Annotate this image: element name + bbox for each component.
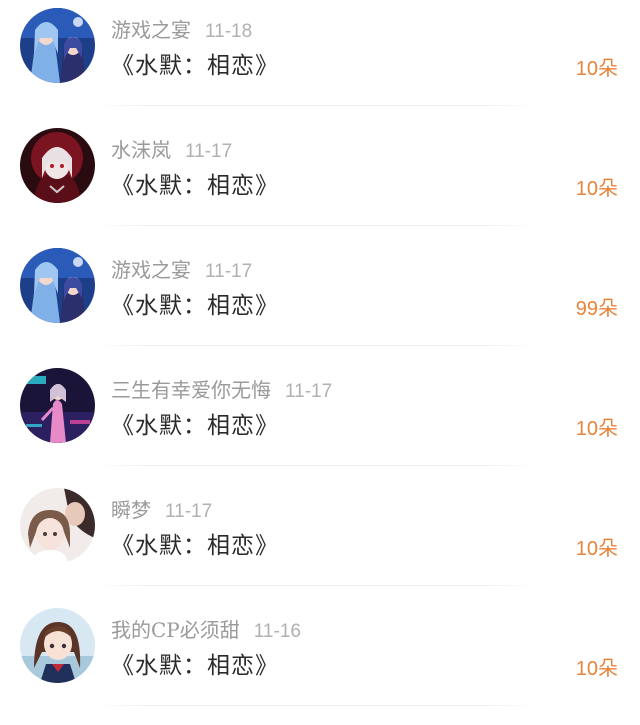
send-date: 11-16 <box>253 621 301 642</box>
username[interactable]: 我的CP必须甜 <box>111 618 240 642</box>
divider <box>92 105 540 106</box>
gift-title: 《水默：相恋》 <box>111 533 279 559</box>
username[interactable]: 游戏之宴 <box>111 18 191 42</box>
username-line: 三生有幸爱你无悔 11-17 <box>111 374 332 403</box>
username-line: 游戏之宴 11-18 <box>111 14 252 43</box>
gift-count: 10朵 <box>575 178 618 200</box>
username[interactable]: 水沫岚 <box>111 138 171 162</box>
username-line: 水沫岚 11-17 <box>111 134 232 163</box>
anime-couple-avatar-icon <box>20 488 95 563</box>
list-item[interactable]: 三生有幸爱你无悔 11-17 《水默：相恋》 10朵 <box>0 360 640 480</box>
gift-count: 10朵 <box>575 58 618 80</box>
list-item[interactable]: 游戏之宴 11-17 《水默：相恋》 99朵 <box>0 240 640 360</box>
user-avatar[interactable] <box>20 488 95 563</box>
send-date: 11-17 <box>185 141 233 162</box>
send-date: 11-17 <box>285 381 333 402</box>
list-item[interactable]: 瞬梦 11-17 《水默：相恋》 10朵 <box>0 480 640 600</box>
gift-count: 10朵 <box>575 418 618 440</box>
anime-pink-neon-avatar-icon <box>20 368 95 443</box>
gift-title: 《水默：相恋》 <box>111 653 279 679</box>
username-line: 游戏之宴 11-17 <box>111 254 252 283</box>
send-date: 11-18 <box>205 21 253 42</box>
username[interactable]: 游戏之宴 <box>111 258 191 282</box>
divider <box>92 585 540 586</box>
anime-duo-blue-avatar-icon <box>20 248 95 323</box>
gift-title: 《水默：相恋》 <box>111 413 279 439</box>
gift-title: 《水默：相恋》 <box>111 293 279 319</box>
list-item[interactable]: 我的CP必须甜 11-16 《水默：相恋》 10朵 <box>0 600 640 720</box>
username[interactable]: 三生有幸爱你无悔 <box>111 378 271 402</box>
username-line: 我的CP必须甜 11-16 <box>111 614 301 643</box>
user-avatar[interactable] <box>20 608 95 683</box>
user-avatar[interactable] <box>20 128 95 203</box>
gift-count: 10朵 <box>575 658 618 680</box>
gift-record-list: 游戏之宴 11-18 《水默：相恋》 10朵 水沫岚 11-17 《水默：相恋》 1… <box>0 0 640 720</box>
divider <box>92 345 540 346</box>
list-item[interactable]: 游戏之宴 11-18 《水默：相恋》 10朵 <box>0 0 640 120</box>
divider <box>92 465 540 466</box>
gift-count: 99朵 <box>575 298 618 320</box>
gift-count: 10朵 <box>575 538 618 560</box>
anime-duo-blue-avatar-icon <box>20 8 95 83</box>
username-line: 瞬梦 11-17 <box>111 494 212 523</box>
send-date: 11-17 <box>165 501 213 522</box>
user-avatar[interactable] <box>20 8 95 83</box>
username[interactable]: 瞬梦 <box>111 498 151 522</box>
anime-girl-red-hood-avatar-icon <box>20 128 95 203</box>
gift-title: 《水默：相恋》 <box>111 173 279 199</box>
send-date: 11-17 <box>205 261 253 282</box>
divider <box>92 705 540 706</box>
user-avatar[interactable] <box>20 368 95 443</box>
list-item[interactable]: 水沫岚 11-17 《水默：相恋》 10朵 <box>0 120 640 240</box>
gift-title: 《水默：相恋》 <box>111 53 279 79</box>
anime-schoolgirl-avatar-icon <box>20 608 95 683</box>
divider <box>92 225 540 226</box>
user-avatar[interactable] <box>20 248 95 323</box>
